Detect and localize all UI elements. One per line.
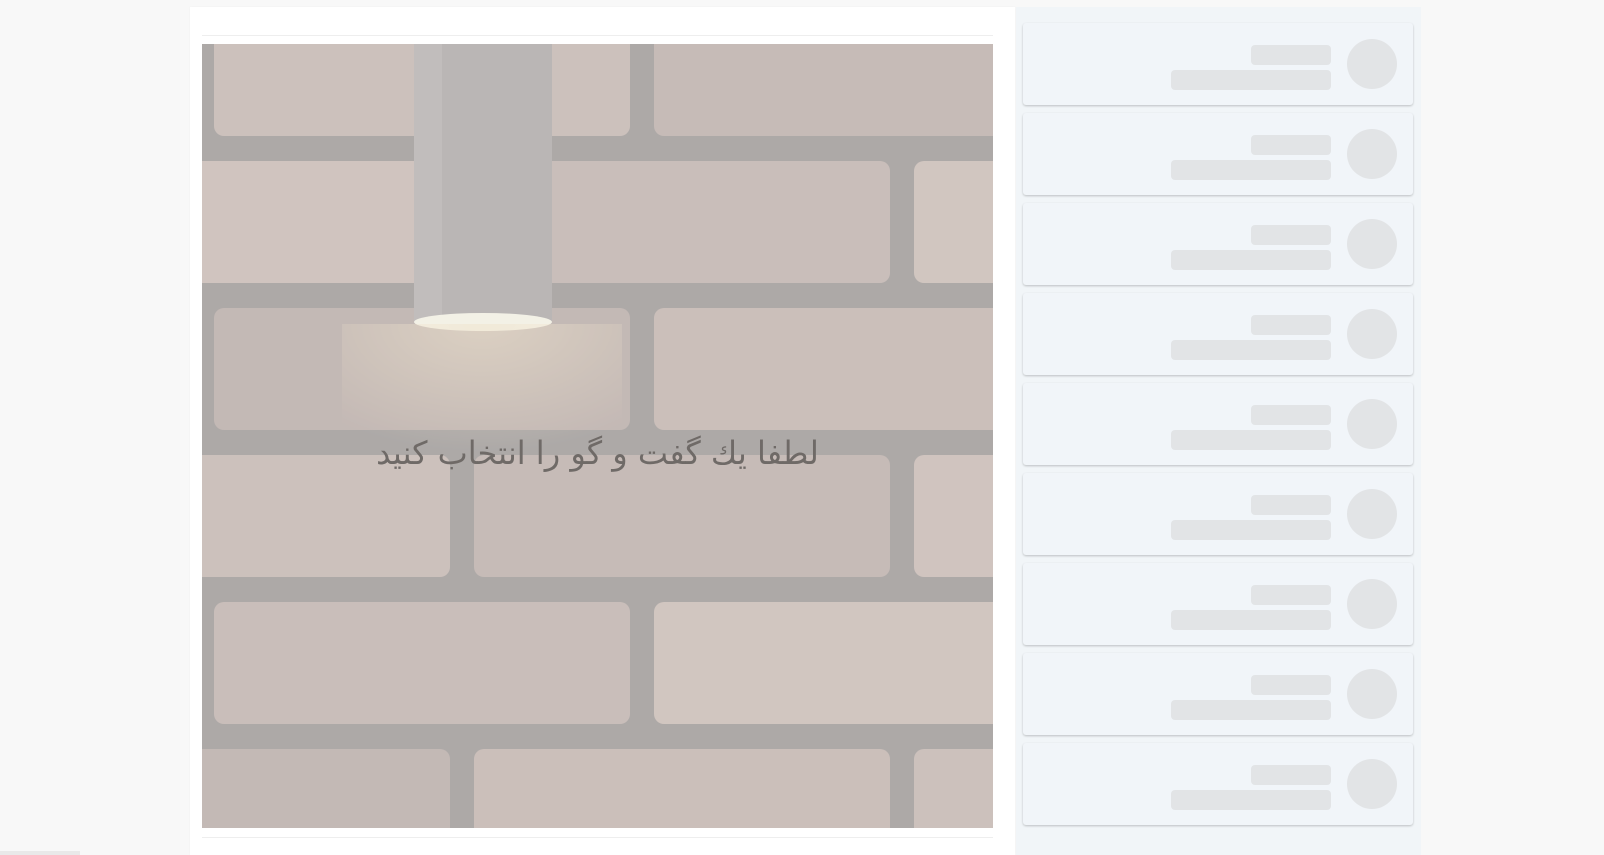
preview-placeholder	[1171, 70, 1331, 90]
preview-placeholder	[1171, 250, 1331, 270]
preview-placeholder	[1171, 790, 1331, 810]
preview-placeholder	[1171, 160, 1331, 180]
preview-placeholder	[1171, 610, 1331, 630]
conversation-item-skeleton[interactable]	[1023, 383, 1413, 465]
name-placeholder	[1251, 585, 1331, 605]
avatar-placeholder	[1347, 759, 1397, 809]
conversation-item-skeleton[interactable]	[1023, 563, 1413, 645]
avatar-placeholder	[1347, 489, 1397, 539]
conversation-item-skeleton[interactable]	[1023, 653, 1413, 735]
conversation-item-skeleton[interactable]	[1023, 23, 1413, 105]
conversation-item-skeleton[interactable]	[1023, 473, 1413, 555]
preview-placeholder	[1171, 700, 1331, 720]
name-placeholder	[1251, 765, 1331, 785]
avatar-placeholder	[1347, 579, 1397, 629]
name-placeholder	[1251, 315, 1331, 335]
name-placeholder	[1251, 495, 1331, 515]
chat-header	[202, 7, 993, 36]
chat-background: لطفا یك گفت و گو را انتخاب كنید	[202, 44, 993, 828]
chat-app: لطفا یك گفت و گو را انتخاب كنید	[190, 7, 1430, 855]
avatar-placeholder	[1347, 309, 1397, 359]
avatar-placeholder	[1347, 219, 1397, 269]
preview-placeholder	[1171, 520, 1331, 540]
name-placeholder	[1251, 675, 1331, 695]
select-conversation-message: لطفا یك گفت و گو را انتخاب كنید	[376, 434, 819, 472]
avatar-placeholder	[1347, 129, 1397, 179]
chat-footer	[202, 837, 993, 838]
corner-tab	[0, 851, 80, 855]
avatar-placeholder	[1347, 39, 1397, 89]
conversation-item-skeleton[interactable]	[1023, 293, 1413, 375]
preview-placeholder	[1171, 340, 1331, 360]
conversation-item-skeleton[interactable]	[1023, 743, 1413, 825]
conversation-list	[1016, 7, 1421, 855]
conversation-item-skeleton[interactable]	[1023, 113, 1413, 195]
avatar-placeholder	[1347, 399, 1397, 449]
chat-panel: لطفا یك گفت و گو را انتخاب كنید	[190, 7, 1015, 855]
name-placeholder	[1251, 225, 1331, 245]
name-placeholder	[1251, 45, 1331, 65]
preview-placeholder	[1171, 430, 1331, 450]
name-placeholder	[1251, 135, 1331, 155]
name-placeholder	[1251, 405, 1331, 425]
conversation-item-skeleton[interactable]	[1023, 203, 1413, 285]
avatar-placeholder	[1347, 669, 1397, 719]
